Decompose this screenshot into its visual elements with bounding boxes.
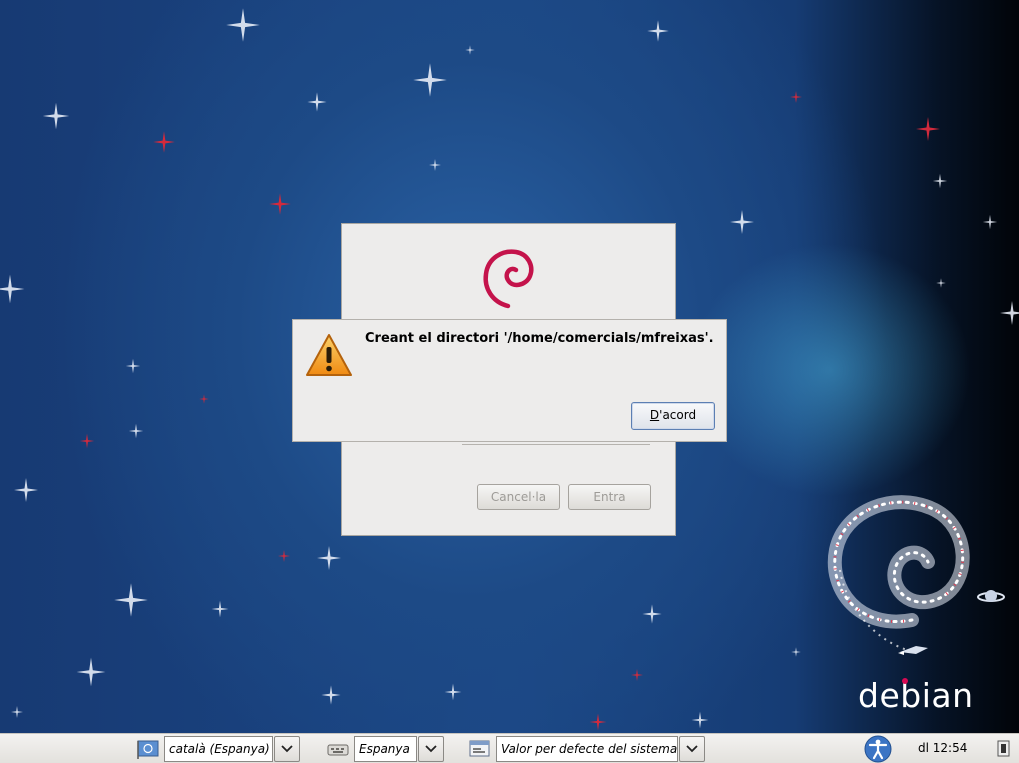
shutdown-icon[interactable] <box>996 740 1012 758</box>
language-select[interactable]: català (Espanya) <box>164 736 273 762</box>
bottom-panel: català (Espanya) Espanya Valor per defec… <box>0 733 1019 763</box>
session-value: Valor per defecte del sistema <box>501 742 678 756</box>
ok-accelerator: D <box>649 408 660 422</box>
chevron-down-icon <box>425 745 437 753</box>
warning-icon <box>306 334 352 376</box>
planet-icon <box>977 590 1005 602</box>
accessibility-icon[interactable] <box>863 735 893 763</box>
keyboard-dropdown-button[interactable] <box>418 736 444 762</box>
ok-button-label: 'acord <box>659 408 697 422</box>
message-text: Creant el directori '/home/comercials/mf… <box>365 331 714 346</box>
debian-star-swirl <box>827 495 970 653</box>
cancel-button-label: Cancel·la <box>490 490 547 504</box>
message-dialog: Creant el directori '/home/comercials/mf… <box>292 319 727 442</box>
keyboard-layout-select[interactable]: Espanya <box>354 736 417 762</box>
session-select[interactable]: Valor per defecte del sistema <box>496 736 678 762</box>
chevron-down-icon <box>686 745 698 753</box>
enter-button: Entra <box>568 484 651 510</box>
logo-dot <box>902 678 908 684</box>
keyboard-icon <box>327 744 349 756</box>
language-flag-icon <box>137 740 159 759</box>
debian-logo-text: debian <box>858 676 974 715</box>
keyboard-value: Espanya <box>359 742 410 756</box>
language-dropdown-button[interactable] <box>274 736 300 762</box>
chevron-down-icon <box>281 745 293 753</box>
language-value: català (Espanya) <box>169 742 270 756</box>
cancel-button: Cancel·la <box>477 484 560 510</box>
ok-button[interactable]: D'acord <box>631 402 715 430</box>
debian-swirl-icon <box>483 249 534 309</box>
session-icon <box>469 740 490 757</box>
session-dropdown-button[interactable] <box>679 736 705 762</box>
rocket-icon <box>898 646 928 655</box>
clock[interactable]: dl 12:54 <box>918 741 967 755</box>
enter-button-label: Entra <box>593 490 626 504</box>
